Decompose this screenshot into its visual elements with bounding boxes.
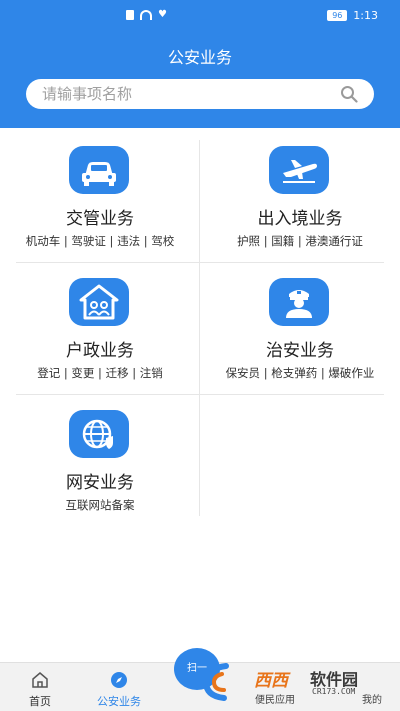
airplane-icon: [269, 146, 329, 194]
page-title: 公安业务: [167, 48, 232, 67]
service-title: 户政业务: [66, 341, 134, 361]
nav-police-services[interactable]: 公安业务: [84, 663, 154, 711]
service-tile-cybersecurity[interactable]: 网安业务 互联网站备案: [0, 404, 200, 527]
service-title: 网安业务: [66, 473, 134, 493]
watermark-logo-icon: [202, 663, 229, 701]
clock: 1:13: [353, 9, 378, 22]
police-officer-icon: [269, 278, 329, 326]
heart-icon: ♥: [158, 9, 167, 20]
service-title: 治安业务: [266, 341, 334, 361]
service-tile-household[interactable]: 户政业务 登记 | 变更 | 迁移 | 注销: [0, 272, 200, 395]
service-tile-exit-entry[interactable]: 出入境业务 护照 | 国籍 | 港澳通行证: [200, 140, 400, 263]
service-subtitle: 机动车 | 驾驶证 | 违法 | 驾校: [25, 234, 175, 248]
watermark: 西西 软件园 CR173.COM: [196, 662, 382, 702]
service-title: 出入境业务: [257, 209, 343, 229]
car-icon: [69, 146, 129, 194]
sim-alert-icon: [126, 10, 134, 20]
nav-police-services-label: 公安业务: [97, 695, 141, 708]
wifi-icon: [140, 10, 152, 20]
compass-icon: [111, 672, 127, 688]
search-input[interactable]: [42, 79, 332, 109]
service-title: 交管业务: [66, 209, 134, 229]
status-icons: ♥: [126, 10, 167, 20]
status-bar: ♥ 96 1:13: [0, 0, 400, 30]
service-subtitle: 保安员 | 枪支弹药 | 爆破作业: [225, 366, 375, 380]
service-tile-traffic[interactable]: 交管业务 机动车 | 驾驶证 | 违法 | 驾校: [0, 140, 200, 263]
globe-lock-icon: [69, 410, 129, 458]
service-subtitle: 护照 | 国籍 | 港澳通行证: [237, 234, 363, 248]
service-subtitle: 互联网站备案: [65, 498, 135, 512]
nav-home[interactable]: 首页: [10, 663, 70, 711]
search-bar[interactable]: [26, 79, 374, 109]
service-tile-public-order[interactable]: 治安业务 保安员 | 枪支弹药 | 爆破作业: [200, 272, 400, 395]
watermark-url: CR173.COM: [312, 687, 356, 696]
watermark-text-a: 西西: [254, 671, 288, 691]
home-icon: [32, 672, 48, 688]
search-icon[interactable]: [340, 85, 358, 103]
nav-home-label: 首页: [29, 695, 51, 708]
battery-icon: 96: [327, 10, 348, 21]
header-bar: ♥ 96 1:13 公安业务: [0, 0, 400, 128]
service-subtitle: 登记 | 变更 | 迁移 | 注销: [37, 366, 163, 380]
status-right: 96 1:13: [327, 9, 378, 22]
household-icon: [69, 278, 129, 326]
